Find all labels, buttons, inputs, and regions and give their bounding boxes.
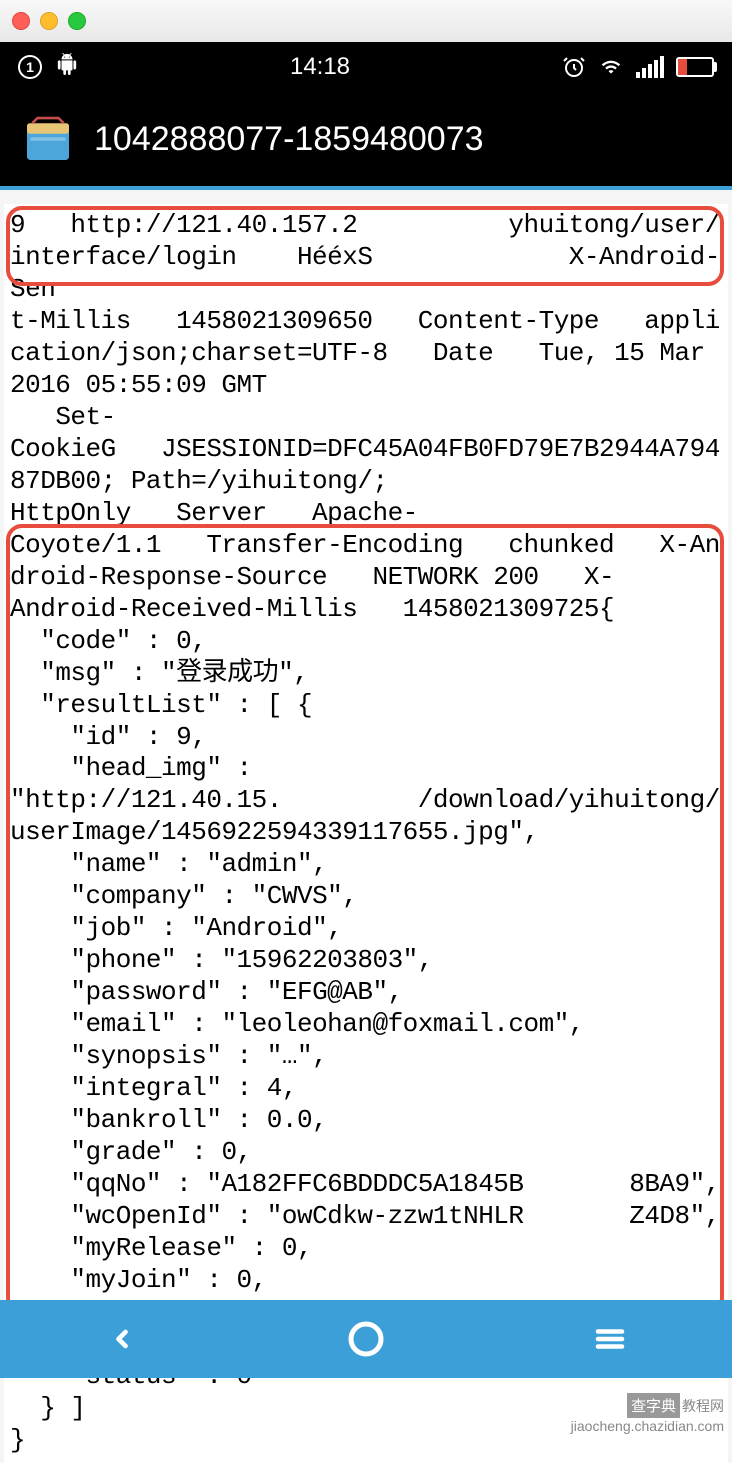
json-myjoin: "myJoin" : 0, — [4, 1265, 728, 1297]
json-myrelease: "myRelease" : 0, — [4, 1233, 728, 1265]
watermark-url: jiaocheng.chazidian.com — [571, 1418, 724, 1434]
json-id: "id" : 9, — [4, 722, 728, 754]
json-name: "name" : "admin", — [4, 849, 728, 881]
minimize-window-button[interactable] — [40, 12, 58, 30]
json-qqno: "qqNo" : "A182FFC6BDDDC5A1845B 8BA9", — [4, 1169, 728, 1201]
signal-icon — [636, 56, 664, 78]
page-title: 1042888077-1859480073 — [94, 120, 484, 159]
debug-icon — [56, 53, 78, 81]
json-code: "code" : 0, — [4, 626, 728, 658]
json-synopsis: "synopsis" : "…", — [4, 1041, 728, 1073]
menu-button[interactable] — [580, 1309, 640, 1369]
app-header: 1042888077-1859480073 — [0, 92, 732, 190]
json-phone: "phone" : "15962203803", — [4, 945, 728, 977]
android-status-bar: 1 14:18 — [0, 42, 732, 92]
json-job: "job" : "Android", — [4, 913, 728, 945]
folder-icon — [20, 111, 76, 167]
headers-block-1: t-Millis 1458021309650 Content-Type appl… — [4, 306, 728, 402]
battery-icon — [676, 57, 714, 77]
maximize-window-button[interactable] — [68, 12, 86, 30]
json-head-img-key: "head_img" : — [4, 753, 728, 785]
wifi-icon — [598, 57, 624, 77]
close-window-button[interactable] — [12, 12, 30, 30]
json-grade: "grade" : 0, — [4, 1137, 728, 1169]
json-password: "password" : "EFG@AB", — [4, 977, 728, 1009]
mac-titlebar — [0, 0, 732, 42]
received-millis-line: Android-Received-Millis 1458021309725{ — [4, 594, 728, 626]
json-msg: "msg" : "登录成功", — [4, 658, 728, 690]
json-head-img-url: "http://121.40.15. /download/yihuitong/u… — [4, 785, 728, 849]
watermark-label: 教程网 — [682, 1398, 724, 1414]
bottom-nav — [0, 1300, 732, 1378]
json-bankroll: "bankroll" : 0.0, — [4, 1105, 728, 1137]
watermark: 查字典教程网 jiaocheng.chazidian.com — [571, 1393, 724, 1434]
json-resultlist: "resultList" : [ { — [4, 690, 728, 722]
status-clock: 14:18 — [290, 53, 350, 81]
headers-block-2: Set- CookieG JSESSIONID=DFC45A04FB0FD79E… — [4, 402, 728, 594]
http-log-content[interactable]: 9 http://121.40.157.2 yhuitong/user/inte… — [4, 204, 728, 1463]
home-button[interactable] — [336, 1309, 396, 1369]
json-wcopenid: "wcOpenId" : "owCdkw-zzw1tNHLR Z4D8", — [4, 1201, 728, 1233]
notification-badge: 1 — [18, 55, 42, 79]
json-company: "company" : "CWVS", — [4, 881, 728, 913]
json-integral: "integral" : 4, — [4, 1073, 728, 1105]
watermark-brand: 查字典 — [627, 1393, 680, 1418]
request-line: 9 http://121.40.157.2 yhuitong/user/inte… — [4, 210, 728, 306]
back-button[interactable] — [92, 1309, 152, 1369]
alarm-icon — [562, 55, 586, 79]
json-email: "email" : "leoleohan@foxmail.com", — [4, 1009, 728, 1041]
